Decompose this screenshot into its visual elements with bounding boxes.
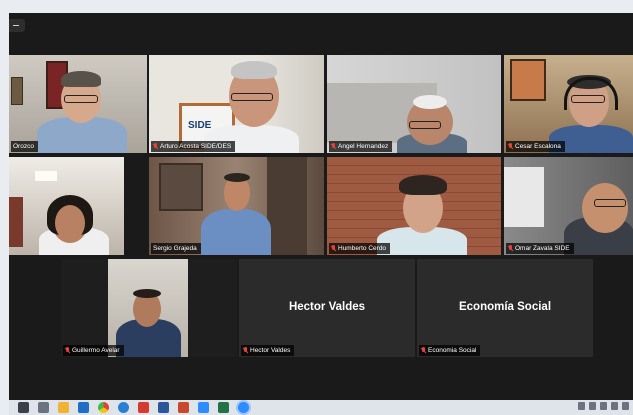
video-tile-economia-social[interactable]: Economía Social Economia Social [417,259,593,357]
video-tile-humberto-cerdo[interactable]: Humberto Cerdo [327,157,501,255]
participant-name-tag: Omar Zavala SIDE [506,243,574,254]
edge-icon[interactable] [118,402,129,413]
task-view-icon[interactable] [38,402,49,413]
participant-display-name: Hector Valdes [288,301,366,313]
chrome-icon[interactable] [98,402,109,413]
participant-name-tag: Angel Hernandez [329,141,393,152]
network-icon[interactable] [589,402,596,410]
window-top-bar [0,0,633,13]
mic-muted-icon [331,245,336,252]
glasses [594,199,626,207]
outlook-icon[interactable] [78,402,89,413]
participant-name-tag: Cesar Escalona [506,141,565,152]
ceiling-light [35,171,57,181]
meeting-gallery: Orozco SIDE Arturo Acosta SIDE/DES Angel… [9,13,633,400]
file-explorer-icon[interactable] [58,402,69,413]
zoom-icon[interactable] [198,402,209,413]
view-toggle-button[interactable] [9,19,25,32]
participant-name-tag: Sergio Grajeda [151,243,201,254]
participant-name-tag: Orozco [11,141,38,152]
video-tile-angel-hernandez[interactable]: Angel Hernandez [327,55,501,153]
volume-icon[interactable] [600,402,607,410]
battery-icon[interactable] [611,402,618,410]
shelf [9,197,23,247]
video-tile-unnamed[interactable] [9,157,124,255]
participant-name-tag: Guillermo Avelar [63,345,124,356]
person-head [582,183,628,233]
glasses [409,121,441,129]
participant-display-name: Economía Social [458,301,552,313]
glasses [571,95,605,103]
video-tile-cesar-escalona[interactable]: Cesar Escalona [504,55,633,153]
window [159,163,203,211]
windows-start-icon[interactable] [18,402,29,413]
system-tray [578,402,629,410]
video-tile-omar-zavala[interactable]: Omar Zavala SIDE [504,157,633,255]
wall-frame [11,77,23,105]
participant-name-tag: Hector Valdes [241,345,295,356]
glasses [64,95,98,103]
video-tile-sergio-grajeda[interactable]: Sergio Grajeda [149,157,324,255]
excel-icon[interactable] [218,402,229,413]
person-body [201,209,271,255]
shelf-white [504,167,544,227]
video-tile-orozco[interactable]: Orozco [9,55,147,153]
powerpoint-icon[interactable] [178,402,189,413]
wall-painting [510,59,546,101]
acrobat-icon[interactable] [138,402,149,413]
mic-muted-icon [331,143,336,150]
mic-muted-icon [421,347,426,354]
video-tile-hector-valdes[interactable]: Hector Valdes Hector Valdes [239,259,415,357]
video-tile-guillermo-avelar[interactable]: Guillermo Avelar [61,259,237,357]
mic-muted-icon [65,347,70,354]
chevron-up-icon[interactable] [578,402,585,410]
notification-icon[interactable] [622,402,629,410]
mic-muted-icon [508,143,513,150]
participant-name-tag: Humberto Cerdo [329,243,391,254]
video-tile-arturo-acosta[interactable]: SIDE Arturo Acosta SIDE/DES [149,55,324,153]
glasses [231,93,273,101]
zoom-meeting-icon[interactable] [238,402,249,413]
door [267,157,307,255]
participant-name-tag: Arturo Acosta SIDE/DES [151,141,236,152]
mic-muted-icon [153,143,158,150]
word-icon[interactable] [158,402,169,413]
mic-muted-icon [508,245,513,252]
windows-taskbar [9,400,633,415]
participant-name-tag: Economia Social [419,345,481,356]
mic-muted-icon [243,347,248,354]
